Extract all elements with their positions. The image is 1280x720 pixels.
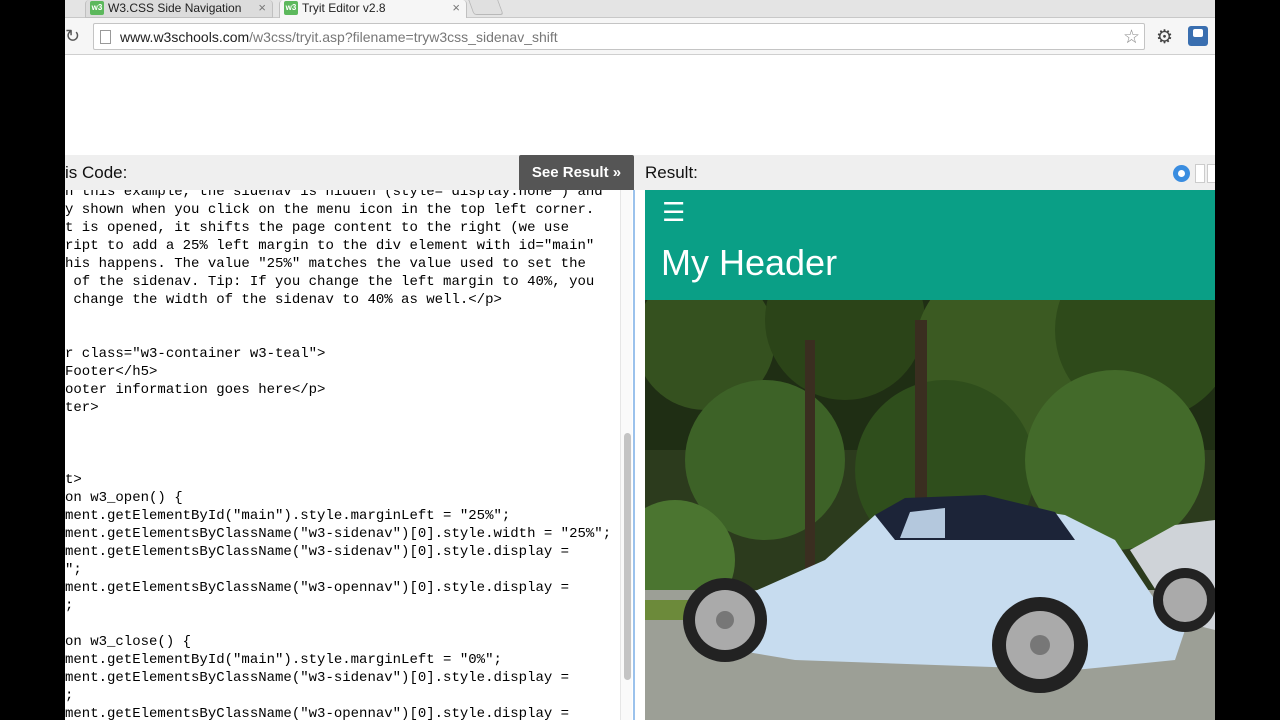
page-top-area xyxy=(65,56,1215,156)
tab-title: W3.CSS Side Navigation xyxy=(108,1,242,15)
code-line: ment.getElementById("main").style.margin… xyxy=(65,652,502,668)
code-line: ript to add a 25% left margin to the div… xyxy=(65,238,595,254)
layout-option-icon[interactable] xyxy=(1207,164,1215,183)
code-line: on w3_close() { xyxy=(65,634,192,650)
tab-w3css-side-navigation[interactable]: w3 W3.CSS Side Navigation × xyxy=(85,0,273,18)
car-photo xyxy=(645,300,1215,720)
reload-icon[interactable]: ↻ xyxy=(65,25,83,47)
w3-favicon-icon: w3 xyxy=(284,1,298,15)
bookmark-star-icon[interactable]: ☆ xyxy=(1123,26,1140,49)
code-label: is Code: xyxy=(65,163,128,182)
code-line: n this example, the sidenav is hidden (s… xyxy=(65,190,603,200)
code-editor[interactable]: n this example, the sidenav is hidden (s… xyxy=(65,190,635,720)
menu-icon[interactable]: ☰ xyxy=(662,198,685,226)
url-path: /w3css/tryit.asp?filename=tryw3css_siden… xyxy=(249,29,558,45)
result-frame: ☰ My Header xyxy=(645,190,1215,720)
code-line: ; xyxy=(65,688,74,704)
tab-tryit-editor[interactable]: w3 Tryit Editor v2.8 × xyxy=(279,0,467,18)
code-line: change the width of the sidenav to 40% a… xyxy=(65,292,502,308)
code-line: his happens. The value "25%" matches the… xyxy=(65,256,586,272)
result-panel-header: Result: xyxy=(635,155,1215,190)
browser-window: w3 W3.CSS Side Navigation × w3 Tryit Edi… xyxy=(65,0,1215,720)
gear-icon[interactable]: ⚙ xyxy=(1156,26,1173,49)
extension-icon[interactable] xyxy=(1188,26,1208,46)
code-line: ment.getElementsByClassName("w3-opennav"… xyxy=(65,580,570,596)
page-icon xyxy=(100,30,111,44)
tab-title: Tryit Editor v2.8 xyxy=(302,1,386,15)
code-lines: n this example, the sidenav is hidden (s… xyxy=(65,190,611,720)
code-line: of the sidenav. Tip: If you change the l… xyxy=(65,274,595,290)
layout-radio-icon[interactable] xyxy=(1173,165,1190,182)
code-line: ooter information goes here</p> xyxy=(65,382,326,398)
see-result-button[interactable]: See Result » xyxy=(519,155,634,190)
code-line: r class="w3-container w3-teal"> xyxy=(65,346,326,362)
browser-toolbar: ↻ www.w3schools.com/w3css/tryit.asp?file… xyxy=(65,18,1215,55)
code-line: t> xyxy=(65,472,82,488)
address-bar[interactable]: www.w3schools.com/w3css/tryit.asp?filena… xyxy=(93,23,1145,50)
code-line: ment.getElementsByClassName("w3-sidenav"… xyxy=(65,544,570,560)
close-icon[interactable]: × xyxy=(452,0,460,16)
layout-option-icon[interactable] xyxy=(1195,164,1205,183)
url-host: www.w3schools.com xyxy=(120,29,250,45)
code-line: y shown when you click on the menu icon … xyxy=(65,202,595,218)
code-line: ment.getElementsByClassName("w3-opennav"… xyxy=(65,706,570,720)
demo-header: ☰ My Header xyxy=(645,190,1215,300)
code-line: "; xyxy=(65,562,82,578)
address-url: www.w3schools.com/w3css/tryit.asp?filena… xyxy=(120,29,558,45)
new-tab-button[interactable] xyxy=(468,0,504,15)
tab-bar: w3 W3.CSS Side Navigation × w3 Tryit Edi… xyxy=(65,0,1215,18)
close-icon[interactable]: × xyxy=(258,0,266,16)
code-line: ; xyxy=(65,598,74,614)
w3-favicon-icon: w3 xyxy=(90,1,104,15)
code-line: ment.getElementsByClassName("w3-sidenav"… xyxy=(65,526,612,542)
code-line: ment.getElementById("main").style.margin… xyxy=(65,508,511,524)
code-line: Footer</h5> xyxy=(65,364,158,380)
code-line: ter> xyxy=(65,400,99,416)
code-line: on w3_open() { xyxy=(65,490,183,506)
editor-scrollbar-thumb[interactable] xyxy=(624,433,631,680)
code-line: ment.getElementsByClassName("w3-sidenav"… xyxy=(65,670,570,686)
code-line: t is opened, it shifts the page content … xyxy=(65,220,570,236)
result-label: Result: xyxy=(645,163,698,182)
demo-header-title: My Header xyxy=(661,242,838,283)
